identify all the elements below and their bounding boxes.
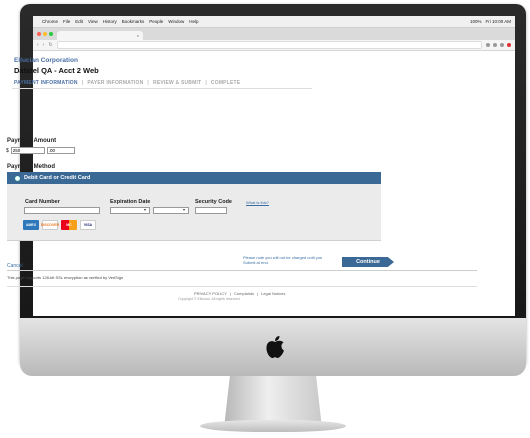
step-separator: | xyxy=(81,80,84,86)
mac-menubar: Chrome File Edit View History Bookmarks … xyxy=(33,16,515,28)
cancel-link[interactable]: Cancel xyxy=(7,263,23,269)
screen: Chrome File Edit View History Bookmarks … xyxy=(33,16,515,316)
whats-this-link[interactable]: What is this? xyxy=(246,200,269,205)
payment-method-radio[interactable] xyxy=(15,175,20,181)
tab-close-icon[interactable]: × xyxy=(137,33,139,38)
menubar-status: 100% Fri 10:00 AM xyxy=(470,19,511,24)
copyright: Copyright © Ellucian. All rights reserve… xyxy=(178,297,241,301)
close-window-icon[interactable] xyxy=(37,32,41,36)
menu-item[interactable]: Edit xyxy=(75,19,83,24)
forward-icon[interactable]: › xyxy=(43,42,45,48)
privacy-policy-link[interactable]: PRIVACY POLICY xyxy=(194,291,227,296)
checkout-steps: PAYMENT INFORMATION | PAYER INFORMATION … xyxy=(14,80,240,86)
payment-amount-label: Payment Amount xyxy=(7,138,57,144)
apple-logo-icon xyxy=(266,336,284,358)
step-payer-information: PAYER INFORMATION xyxy=(87,80,144,86)
menu-item[interactable]: Bookmarks xyxy=(122,19,145,24)
complaints-link[interactable]: Complaints xyxy=(234,291,254,296)
accepted-cards: AMEX DISCOVER MC VISA xyxy=(23,220,96,230)
ssl-notice: This page supports 128-bit SSL encryptio… xyxy=(7,275,124,280)
menu-item[interactable]: File xyxy=(63,19,70,24)
extension-icon[interactable] xyxy=(493,43,497,47)
window-controls xyxy=(37,32,53,36)
menu-item[interactable]: Help xyxy=(189,19,198,24)
menu-item[interactable]: History xyxy=(103,19,117,24)
minimize-window-icon[interactable] xyxy=(43,32,47,36)
back-icon[interactable]: ‹ xyxy=(37,42,39,48)
browser-tabbar: × xyxy=(33,28,515,40)
reload-icon[interactable]: ↻ xyxy=(48,42,52,48)
currency-symbol: $ xyxy=(6,147,9,154)
menu-item[interactable]: Window xyxy=(168,19,184,24)
payment-cents-input[interactable] xyxy=(46,147,75,154)
discover-icon: DISCOVER xyxy=(41,220,59,230)
step-complete: COMPLETE xyxy=(210,80,241,86)
footer-divider xyxy=(7,286,477,287)
battery-status: 100% xyxy=(469,19,482,24)
charge-notice: Please note you will not be charged unti… xyxy=(243,255,323,265)
toolbar-icons xyxy=(486,43,511,47)
clock: Fri 10:00 AM xyxy=(485,19,511,24)
mastercard-icon: MC xyxy=(61,220,77,230)
step-payment-information: PAYMENT INFORMATION xyxy=(14,80,78,86)
address-bar[interactable] xyxy=(56,41,482,49)
menu-item[interactable]: View xyxy=(88,19,98,24)
menu-icon[interactable] xyxy=(500,43,504,47)
menu-item[interactable]: People xyxy=(149,19,163,24)
chevron-down-icon: ▾ xyxy=(183,207,186,212)
expiration-date-label: Expiration Date xyxy=(110,199,151,205)
step-separator: | xyxy=(205,80,207,86)
security-code-field[interactable] xyxy=(195,207,227,214)
site-name: Datatel QA - Acct 2 Web xyxy=(14,66,99,75)
continue-button[interactable]: Continue xyxy=(342,257,394,267)
actions-divider xyxy=(7,270,477,271)
step-review-submit: REVIEW & SUBMIT xyxy=(153,80,202,86)
browser-toolbar: ‹ › ↻ xyxy=(33,40,515,51)
zoom-window-icon[interactable] xyxy=(49,32,53,36)
payment-method-label: Payment Method xyxy=(7,164,56,170)
footer-separator: | xyxy=(257,291,259,296)
visa-icon: VISA xyxy=(80,220,96,230)
chevron-down-icon: ▾ xyxy=(144,207,147,212)
menu-item[interactable]: Chrome xyxy=(42,19,58,24)
card-number-field[interactable] xyxy=(24,207,100,214)
card-number-label: Card Number xyxy=(25,199,60,205)
payment-method-option[interactable]: Debit Card or Credit Card xyxy=(7,172,381,184)
org-name: Ellucian Corporation xyxy=(14,57,78,64)
amex-icon: AMEX xyxy=(23,220,39,230)
security-code-label: Security Code xyxy=(195,199,232,205)
step-separator: | xyxy=(147,80,150,86)
imac-stand-base xyxy=(200,420,346,432)
star-icon[interactable] xyxy=(486,43,490,47)
footer-separator: | xyxy=(229,291,232,296)
payment-method-option-label: Debit Card or Credit Card xyxy=(24,175,91,181)
legal-notices-link[interactable]: Legal Notices xyxy=(261,291,285,296)
header-divider xyxy=(12,88,312,89)
browser-tab[interactable]: × xyxy=(57,31,143,40)
footer-links: PRIVACY POLICY | Complaints | Legal Noti… xyxy=(194,291,285,296)
payment-dollars-input[interactable] xyxy=(10,147,45,154)
profile-icon[interactable] xyxy=(507,43,511,47)
payment-amount-row: $ xyxy=(6,147,75,154)
